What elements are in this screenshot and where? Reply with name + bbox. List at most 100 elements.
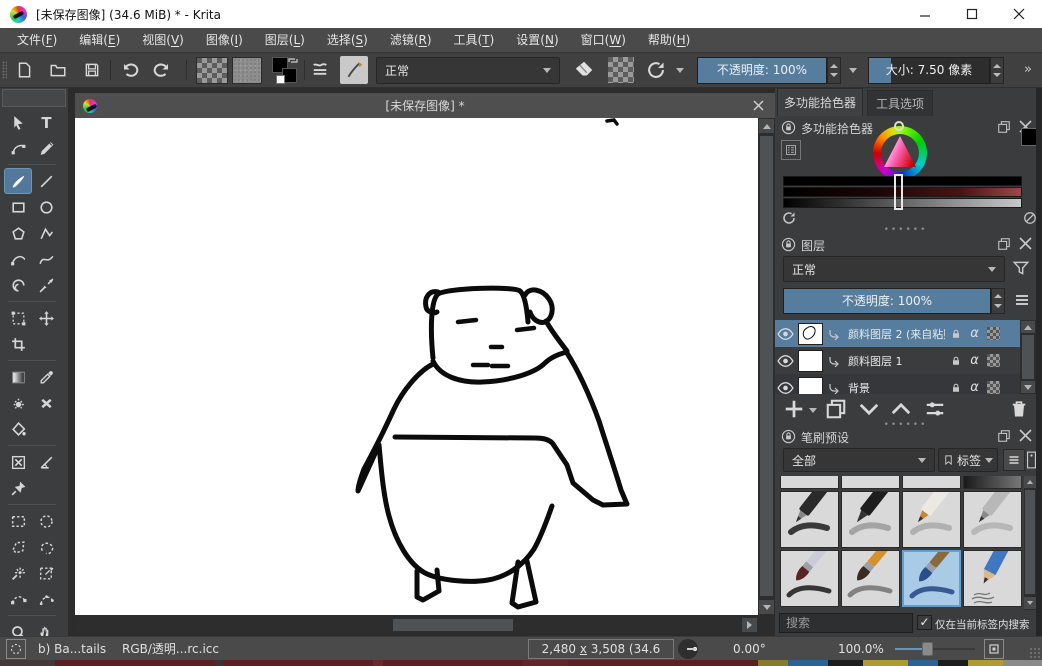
- ellipse-select-tool[interactable]: [32, 508, 60, 534]
- menu-item[interactable]: 视图(V): [131, 28, 195, 53]
- menu-item[interactable]: 编辑(E): [68, 28, 131, 53]
- menu-item[interactable]: 文件(F): [6, 28, 68, 53]
- menu-item[interactable]: 图层(L): [254, 28, 316, 53]
- layer-opacity-slider[interactable]: 不透明度: 100%: [783, 288, 991, 314]
- redo-button[interactable]: [150, 58, 174, 82]
- pattern-edit-tool[interactable]: [4, 449, 32, 475]
- layer-blend-mode-dropdown[interactable]: 正常: [783, 256, 1005, 282]
- smart-patch-tool[interactable]: [4, 390, 32, 416]
- layer-inherit-alpha-icon[interactable]: [985, 324, 1002, 343]
- line-tool[interactable]: [32, 168, 60, 194]
- maximize-button[interactable]: [948, 0, 995, 28]
- tab-tool-options[interactable]: 工具选项: [867, 90, 933, 116]
- layer-name[interactable]: 颜料图层 2 (来自粘贴): [848, 326, 945, 342]
- reference-images-tool[interactable]: [4, 475, 32, 501]
- magnetic-select-tool[interactable]: [32, 586, 60, 612]
- brush-preset-pen[interactable]: [780, 491, 839, 548]
- layer-options-menu-icon[interactable]: [1013, 292, 1031, 308]
- scroll-up-button[interactable]: [759, 119, 774, 133]
- measure-tool[interactable]: [32, 449, 60, 475]
- brush-preset-brush[interactable]: [841, 550, 900, 607]
- gradient-swatch-button[interactable]: [196, 57, 228, 84]
- freehand-brush-tool[interactable]: [4, 168, 32, 194]
- layer-inherit-alpha-icon[interactable]: [985, 378, 1002, 394]
- zoom-slider[interactable]: [895, 648, 975, 650]
- presets-display-menu-icon[interactable]: [1003, 449, 1025, 471]
- layer-thumbnail[interactable]: [798, 323, 823, 345]
- similar-color-select-tool[interactable]: [4, 560, 32, 586]
- brush-tag-filter-dropdown[interactable]: 全部: [783, 448, 935, 472]
- reload-dropdown-caret[interactable]: [676, 68, 684, 73]
- layer-lock-icon[interactable]: [947, 378, 964, 394]
- eraser-mode-button[interactable]: [572, 58, 596, 82]
- menu-item[interactable]: 设置(N): [505, 28, 569, 53]
- color-profile-label[interactable]: RGB/透明...rc.icc: [122, 637, 219, 661]
- layer-row[interactable]: 颜料图层 1α: [775, 347, 1020, 374]
- size-spinner[interactable]: [990, 57, 1004, 84]
- brush-preset-pen[interactable]: [963, 491, 1022, 548]
- move-layer-up-button[interactable]: [889, 398, 913, 420]
- layer-name[interactable]: 背景: [848, 380, 945, 395]
- brush-preset-pencil[interactable]: [963, 550, 1022, 607]
- brush-size-slider[interactable]: 大小: 7.50 像素: [868, 57, 990, 84]
- layer-alpha-lock-icon[interactable]: α: [966, 324, 983, 343]
- calligraphy-tool[interactable]: [32, 135, 60, 161]
- brush-editor-button[interactable]: [340, 56, 368, 84]
- foreground-background-colors[interactable]: [270, 57, 300, 85]
- layer-alpha-lock-icon[interactable]: α: [966, 378, 983, 394]
- ellipse-tool[interactable]: [32, 194, 60, 220]
- layer-thumbnail[interactable]: [798, 377, 823, 395]
- move-tool[interactable]: [32, 305, 60, 331]
- toolbar-overflow-chevron[interactable]: »: [1024, 62, 1032, 77]
- layer-lock-icon[interactable]: [947, 351, 964, 370]
- float-docker-icon[interactable]: [997, 237, 1011, 251]
- hue-ring-marker[interactable]: [894, 121, 904, 131]
- move-layer-down-button[interactable]: [857, 398, 881, 420]
- polyline-tool[interactable]: [32, 220, 60, 246]
- toolbox-header[interactable]: [2, 89, 66, 107]
- rectangle-tool[interactable]: [4, 194, 32, 220]
- brush-preset-sliver-checker[interactable]: [780, 476, 839, 489]
- save-button[interactable]: [80, 58, 104, 82]
- toolbar-grip[interactable]: [2, 61, 7, 79]
- tab-advanced-color-selector[interactable]: 多功能拾色器: [777, 88, 863, 116]
- add-layer-button[interactable]: [783, 398, 805, 420]
- select-shapes-tool[interactable]: [4, 109, 32, 135]
- gradient-tool[interactable]: [4, 364, 32, 390]
- pattern-swatch-button[interactable]: [232, 57, 262, 84]
- layer-opacity-spinner[interactable]: [991, 288, 1005, 314]
- selection-mode-icon[interactable]: [6, 639, 26, 659]
- fill-tool[interactable]: [4, 416, 32, 442]
- menu-item[interactable]: 工具(T): [443, 28, 506, 53]
- add-layer-caret[interactable]: [809, 408, 817, 413]
- colorize-mask-tool[interactable]: [32, 390, 60, 416]
- contiguous-select-tool[interactable]: [32, 560, 60, 586]
- layer-row[interactable]: 颜料图层 2 (来自粘贴) α: [775, 320, 1020, 347]
- close-document-icon[interactable]: [749, 96, 767, 114]
- docker-lock-icon[interactable]: [781, 120, 796, 135]
- refresh-color-history-button[interactable]: [781, 210, 797, 226]
- no-color-icon[interactable]: [1023, 211, 1037, 225]
- menu-item[interactable]: 帮助(H): [637, 28, 701, 53]
- current-brush-name[interactable]: b) Ba...tails: [38, 637, 106, 661]
- freehand-select-tool[interactable]: [32, 534, 60, 560]
- brush-grid-scrollbar[interactable]: [1024, 476, 1036, 610]
- window-resize-grip[interactable]: [1029, 647, 1041, 659]
- float-docker-icon[interactable]: [997, 120, 1011, 134]
- open-document-button[interactable]: [46, 58, 70, 82]
- polygon-tool[interactable]: [4, 220, 32, 246]
- layer-visibility-icon[interactable]: [777, 378, 794, 394]
- freehand-path-tool[interactable]: [32, 246, 60, 272]
- swap-colors-icon[interactable]: [287, 55, 299, 67]
- float-docker-icon[interactable]: [997, 429, 1011, 443]
- drawing-canvas[interactable]: [75, 118, 758, 615]
- transform-tool[interactable]: [4, 305, 32, 331]
- undo-button[interactable]: [118, 58, 142, 82]
- scroll-down-button[interactable]: [759, 600, 774, 614]
- bezier-curve-tool[interactable]: [4, 246, 32, 272]
- brush-preset-sliver-checker-small[interactable]: [902, 476, 961, 489]
- preserve-alpha-button[interactable]: [608, 57, 634, 83]
- docker-lock-icon[interactable]: [781, 237, 796, 252]
- brush-preset-pen[interactable]: [902, 491, 961, 548]
- crop-tool[interactable]: [4, 331, 32, 357]
